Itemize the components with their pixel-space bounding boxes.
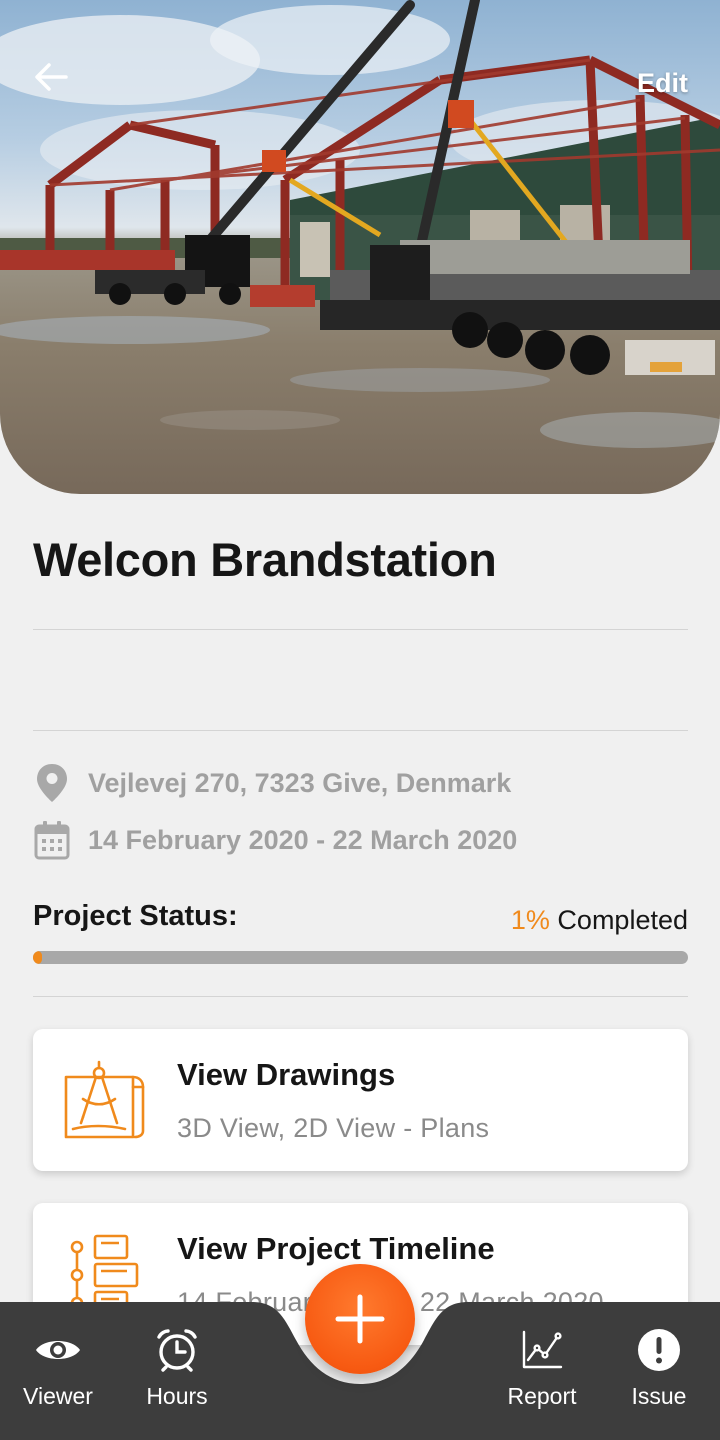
arrow-left-icon	[35, 63, 68, 91]
project-photo: Edit	[0, 0, 720, 494]
edit-button[interactable]: Edit	[637, 68, 688, 99]
calendar-icon	[33, 820, 71, 860]
project-detail-screen: Edit Welcon Brandstation Vejlevej 270, 7…	[0, 0, 720, 1440]
divider	[33, 629, 688, 630]
nav-hours[interactable]: Hours	[122, 1327, 232, 1410]
dates-row: 14 February 2020 - 22 March 2020	[33, 820, 517, 860]
nav-report[interactable]: Report	[487, 1327, 597, 1410]
nav-issue[interactable]: Issue	[604, 1327, 714, 1410]
divider	[33, 730, 688, 731]
progress-bar	[33, 951, 688, 964]
nav-label: Viewer	[23, 1383, 93, 1409]
add-button[interactable]	[305, 1264, 415, 1374]
plus-icon	[335, 1294, 385, 1344]
line-chart-icon	[517, 1327, 567, 1373]
progress-bar-fill	[33, 951, 42, 964]
project-title: Welcon Brandstation	[33, 533, 497, 586]
location-pin-icon	[33, 763, 71, 803]
blueprint-compass-icon	[63, 1059, 147, 1143]
card-title: View Drawings	[177, 1057, 396, 1092]
progress-percent: 1%	[510, 905, 550, 935]
back-button[interactable]	[34, 62, 80, 108]
exclamation-circle-icon	[634, 1327, 684, 1373]
nav-label: Hours	[146, 1383, 208, 1409]
project-dates: 14 February 2020 - 22 March 2020	[88, 824, 518, 855]
project-status-value: 1% Completed	[511, 905, 688, 936]
eye-icon	[33, 1327, 83, 1373]
nav-label: Issue	[631, 1383, 687, 1409]
project-status-label: Project Status:	[33, 900, 238, 932]
view-drawings-card[interactable]: View Drawings 3D View, 2D View - Plans	[33, 1029, 688, 1171]
card-subtitle: 3D View, 2D View - Plans	[177, 1113, 490, 1143]
address-row: Vejlevej 270, 7323 Give, Denmark	[33, 763, 511, 803]
nav-viewer[interactable]: Viewer	[3, 1327, 113, 1410]
divider	[33, 996, 688, 997]
project-address: Vejlevej 270, 7323 Give, Denmark	[88, 767, 512, 798]
nav-label: Report	[507, 1383, 577, 1409]
card-title: View Project Timeline	[177, 1231, 495, 1266]
progress-suffix: Completed	[549, 905, 688, 935]
alarm-clock-icon	[152, 1327, 202, 1373]
construction-site-image	[0, 0, 720, 448]
